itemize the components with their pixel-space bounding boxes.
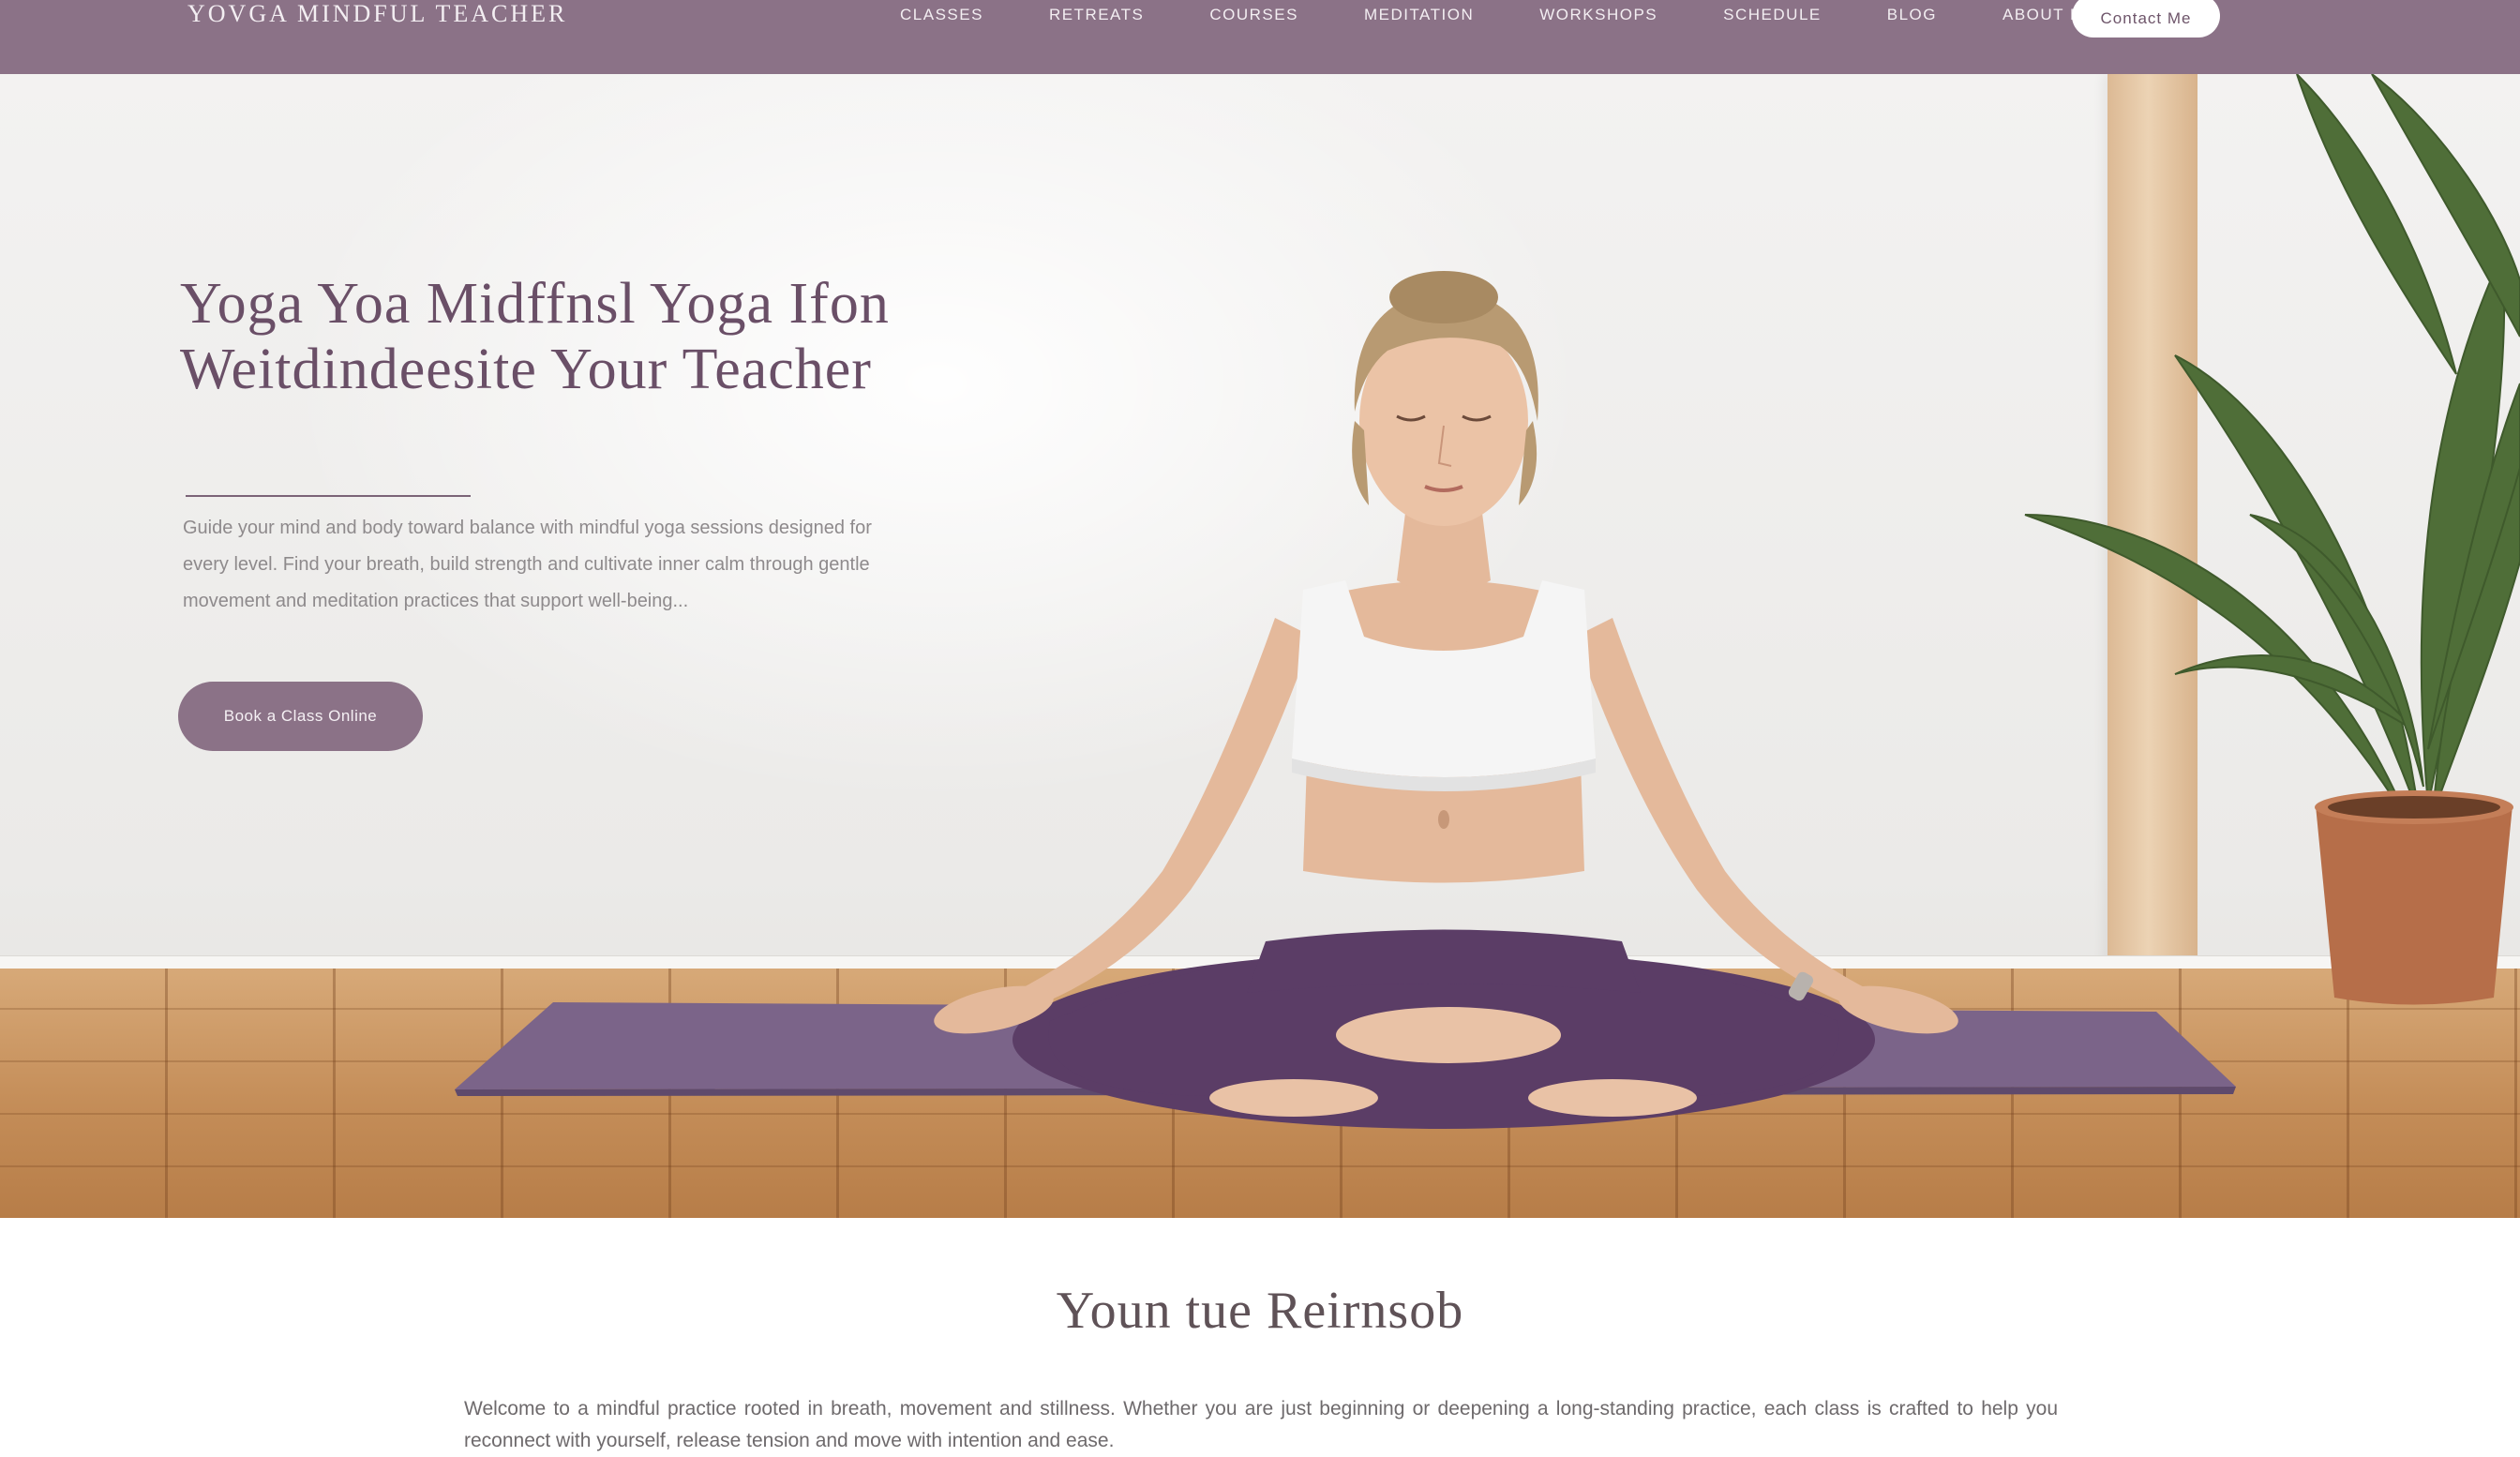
about-description: Welcome to a mindful practice rooted in … xyxy=(464,1398,2058,1451)
nav-item-retreats[interactable]: Retreats xyxy=(1049,6,1144,24)
hero-description: Guide your mind and body toward balance … xyxy=(183,518,872,611)
nav-item-workshops[interactable]: Workshops xyxy=(1539,6,1658,24)
about-title: Youn tue Reirnsob xyxy=(1056,1282,1464,1340)
contact-button[interactable]: Contact Me xyxy=(2072,0,2220,38)
hero-title: Yoga Yoa Midffnsl Yoga Ifon Weitdindeesi… xyxy=(180,272,890,401)
nav-item-classes[interactable]: Classes xyxy=(900,6,983,24)
book-class-button[interactable]: Book a Class Online xyxy=(178,682,423,751)
brand-logo-text[interactable]: YOVGA MINDFUL TEACHER xyxy=(188,0,567,28)
hero-divider xyxy=(186,495,471,497)
nav-links: Classes Retreats Courses Meditation Work… xyxy=(900,0,2162,30)
nav-item-courses[interactable]: Courses xyxy=(1209,6,1298,24)
nav-item-schedule[interactable]: Schedule xyxy=(1723,6,1822,24)
nav-item-meditation[interactable]: Meditation xyxy=(1364,6,1474,24)
nav-item-blog[interactable]: Blog xyxy=(1887,6,1937,24)
top-navigation: YOVGA MINDFUL TEACHER Classes Retreats C… xyxy=(0,0,2520,74)
hero-section: Yoga Yoa Midffnsl Yoga Ifon Weitdindeesi… xyxy=(0,74,2520,1218)
